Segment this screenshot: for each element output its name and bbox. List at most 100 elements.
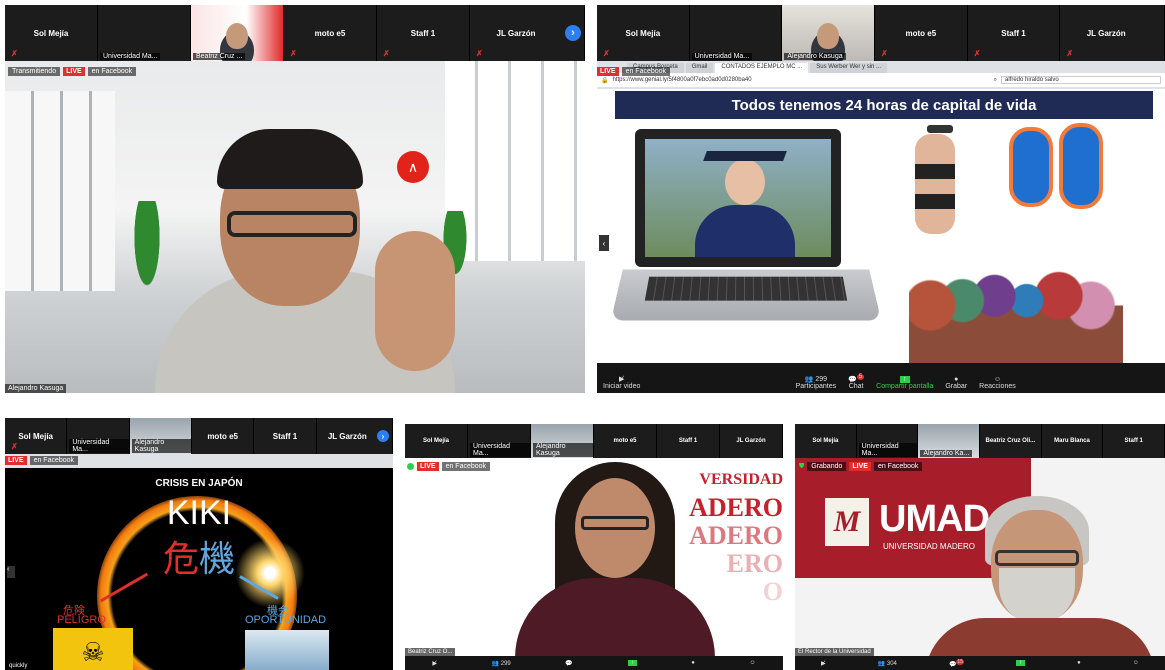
app-footer-text: quickly xyxy=(7,663,30,669)
streaming-status: Transmitiendo xyxy=(8,67,61,76)
slide-prev-arrow[interactable]: ‹ xyxy=(7,566,15,578)
participant-tile[interactable]: JL Garzón xyxy=(720,424,783,458)
video-off-icon: ▶̸ xyxy=(618,376,625,383)
participants-button[interactable]: 👥 299 Participantes xyxy=(790,372,842,393)
live-platform: en Facebook xyxy=(441,462,491,471)
participant-name: moto e5 xyxy=(314,28,346,38)
speaker-name-label: Alejandro Kasuga xyxy=(5,384,67,393)
participant-tile[interactable]: Universidad Ma... xyxy=(468,424,531,458)
control-label: Grabar xyxy=(945,383,968,390)
participant-name: moto e5 xyxy=(613,438,637,444)
participant-tile[interactable]: Maru Blanca xyxy=(1042,424,1104,458)
record-icon: ● xyxy=(954,376,959,383)
start-video-button[interactable]: ▶̸ Iniciar video xyxy=(597,372,646,393)
participant-video-tile[interactable]: Beatriz Cruz ... xyxy=(191,5,284,61)
participant-video-tile[interactable]: Alejandro Kasuga xyxy=(129,418,192,454)
live-platform: en Facebook xyxy=(29,456,79,465)
participant-tile[interactable]: Sol Mejía ✗ xyxy=(5,418,68,454)
mute-icon: ✗ xyxy=(11,442,18,451)
browser-tab-active[interactable]: CONTADOS EJEMPLO MC ... xyxy=(715,63,809,73)
participant-tile[interactable]: moto e5 xyxy=(192,418,255,454)
participant-count: 304 xyxy=(886,660,897,667)
reactions-icon: ☺ xyxy=(993,376,1002,383)
browser-tab[interactable]: Sus Werber Wer y sin ... xyxy=(810,63,888,73)
next-page-button[interactable]: › xyxy=(565,25,581,41)
url-bar[interactable]: https://www.genial.ly/5f4800a0f7ebc0ad0d… xyxy=(612,77,989,83)
reactions-icon[interactable]: ☺ xyxy=(1133,660,1139,666)
participant-tile[interactable]: Beatriz Cruz Oli... xyxy=(980,424,1042,458)
banner-text: VERSIDAD xyxy=(699,471,783,488)
participant-tile[interactable]: moto e5 ✗ xyxy=(875,5,968,61)
chat-badge: 5 xyxy=(856,373,865,380)
participant-tile[interactable]: Sol Mejía ✗ xyxy=(5,5,98,61)
video-off-icon[interactable]: ▶̸ xyxy=(821,660,826,667)
shared-slide: Todos tenemos 24 horas de capital de vid… xyxy=(597,89,1165,363)
participant-video-tile[interactable]: Alejandro Kasuga xyxy=(531,424,594,458)
participant-tile[interactable]: Universidad Ma... xyxy=(690,5,783,61)
participant-name: JL Garzón xyxy=(736,438,766,444)
meeting-controls: ▶̸ 👥 299 💬 ↑ ● ☺ xyxy=(405,656,783,670)
chat-badge: 15 xyxy=(956,658,964,665)
participants-icon[interactable]: 👥 304 xyxy=(878,660,897,667)
record-icon[interactable]: ● xyxy=(1077,660,1081,666)
share-icon[interactable]: ↑ xyxy=(627,660,637,666)
browser-search-input[interactable]: alfredo hiraldo salvo xyxy=(1001,76,1161,84)
record-button[interactable]: ● Grabar xyxy=(939,373,973,393)
chat-icon[interactable]: 💬 xyxy=(565,660,572,667)
search-icon: ⌕ xyxy=(993,76,997,83)
dumbbell-icon xyxy=(927,125,953,133)
participant-tile[interactable]: Staff 1 ✗ xyxy=(377,5,470,61)
live-indicator: Transmitiendo LIVE en Facebook xyxy=(8,67,137,76)
participant-video-tile[interactable]: Alejandro Ka... xyxy=(918,424,981,458)
mute-icon: ✗ xyxy=(1066,49,1074,58)
live-indicator: LIVE en Facebook xyxy=(597,67,671,76)
speaker-video: M UMAD UNIVERSIDAD MADERO xyxy=(795,458,1165,670)
browser-tab[interactable]: Gmail xyxy=(685,63,714,73)
danger-label: PELIGRO xyxy=(57,614,106,626)
participant-tile[interactable]: Universidad Ma... xyxy=(857,424,919,458)
participant-tile[interactable]: moto e5 ✗ xyxy=(284,5,377,61)
live-indicator: LIVE en Facebook xyxy=(407,462,491,471)
participant-tile[interactable]: Sol Mejía ✗ xyxy=(597,5,690,61)
banner-text: ADERO xyxy=(689,521,783,550)
participant-tile[interactable]: Sol Mejía xyxy=(405,424,468,458)
record-icon[interactable]: ● xyxy=(691,660,695,666)
banner-text: ADERO xyxy=(689,493,783,522)
participant-tile[interactable]: Staff 1 xyxy=(254,418,317,454)
speaker-body xyxy=(515,578,715,668)
slide-prev-arrow[interactable]: ‹ xyxy=(599,235,609,251)
chat-button[interactable]: 💬 5 Chat xyxy=(842,371,870,393)
participant-name: Staff 1 xyxy=(1001,28,1026,38)
share-icon[interactable]: ↑ xyxy=(1016,660,1026,666)
participant-name: Staff 1 xyxy=(272,431,298,441)
participants-icon[interactable]: 👥 299 xyxy=(492,660,511,667)
live-badge: LIVE xyxy=(849,462,871,471)
participant-video-tile[interactable]: Alejandro Kasuga xyxy=(782,5,876,61)
participant-name: Universidad Ma... xyxy=(691,53,753,60)
participant-tile[interactable]: JL Garzón ✗ xyxy=(1060,5,1165,61)
office-window xyxy=(5,91,115,291)
participant-video xyxy=(226,23,248,49)
participant-tile[interactable]: Staff 1 xyxy=(1103,424,1165,458)
next-page-button[interactable]: › xyxy=(377,430,389,442)
glasses xyxy=(227,211,357,237)
participant-video xyxy=(817,23,840,49)
participant-tile[interactable]: Sol Mejía xyxy=(795,424,857,458)
participant-tile[interactable]: Universidad Ma... xyxy=(67,418,130,454)
screenshot-zoom-rector: Sol Mejía Universidad Ma... Alejandro Ka… xyxy=(795,424,1165,670)
participant-tile[interactable]: moto e5 xyxy=(594,424,657,458)
participant-name: moto e5 xyxy=(207,431,238,441)
glasses xyxy=(995,550,1079,566)
participant-tile[interactable]: Universidad Ma...✗ xyxy=(98,5,191,61)
video-off-icon[interactable]: ▶̸ xyxy=(432,660,437,667)
reactions-icon[interactable]: ☺ xyxy=(750,660,756,666)
share-screen-button[interactable]: ↑ Compartir pantalla xyxy=(870,373,939,393)
participant-name: Sol Mejía xyxy=(812,438,839,444)
chat-icon[interactable]: 💬15 xyxy=(949,658,964,668)
shared-slide: CRISIS EN JAPÓN KIKI 危機 危険 PELIGRO 機会 OP… xyxy=(5,468,393,670)
live-platform: en Facebook xyxy=(621,67,671,76)
participants-icon: 👥 299 xyxy=(804,376,828,383)
participant-tile[interactable]: Staff 1 ✗ xyxy=(968,5,1061,61)
participant-tile[interactable]: Staff 1 xyxy=(657,424,720,458)
reactions-button[interactable]: ☺ Reacciones xyxy=(973,373,1022,393)
